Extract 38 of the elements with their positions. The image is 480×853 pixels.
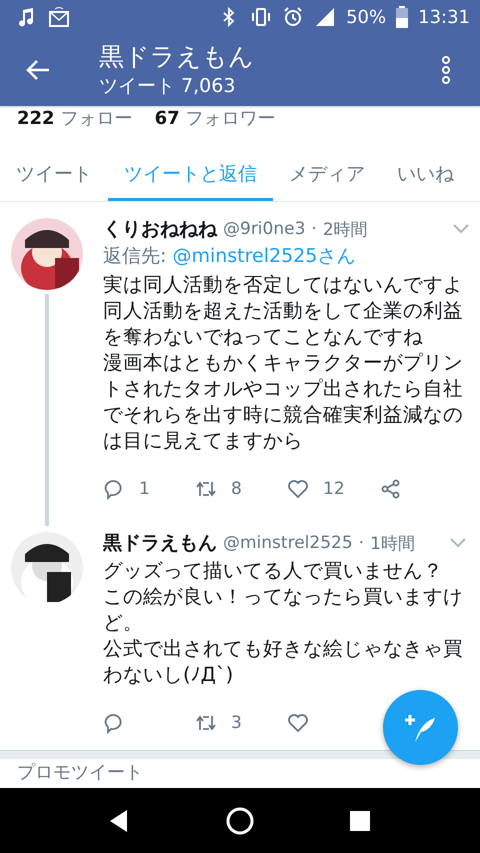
profile-tab[interactable]: いいね (381, 150, 470, 201)
section-heading: プロモツイート (17, 762, 143, 783)
profile-tab[interactable]: メディア (273, 150, 381, 201)
separator-dot: · (358, 533, 364, 553)
retweet-count: 8 (231, 479, 242, 499)
mail-icon (48, 6, 70, 28)
profile-name: 黒ドラえもん (99, 41, 255, 73)
author-name[interactable]: 黒ドラえもん (103, 530, 217, 556)
like-count: 12 (323, 479, 345, 499)
battery-percentage: 50% (346, 6, 386, 28)
vibrate-icon (250, 6, 272, 28)
compose-button[interactable] (383, 690, 458, 765)
tweet-time: 2時間 (322, 218, 368, 240)
battery-icon (396, 6, 408, 28)
reply-link[interactable]: @minstrel2525さん (172, 245, 356, 267)
author-handle: @minstrel2525 (223, 533, 353, 553)
tweet-text: グッズって描いてる人で買いません？ この絵が良い！ってなったら買いますけ ど。 公式で出されても好きな絵じゃなきゃ買 わないし(ﾉД`) (103, 558, 464, 688)
follow-stat[interactable]: 222 フォロー (17, 108, 133, 130)
separator-dot: · (311, 219, 317, 239)
tweet-count: ツイート 7,063 (99, 74, 236, 99)
profile-tab[interactable]: ツイート (0, 150, 108, 201)
retweet-count: 3 (231, 713, 242, 733)
heart-icon[interactable] (287, 478, 309, 500)
author-handle: @9ri0ne3 (223, 219, 306, 239)
heart-icon[interactable] (287, 712, 309, 734)
reply-count: 1 (139, 479, 150, 499)
tweet-text: 実は同人活動を否定してはないんですよ 同人活動を超えた活動をして企業の利益 を奪わないでねってことなんですね 漫画本はともかくキャラクターがプリン トされたタオルやコップ出されたら自社 でそれらを出す時に競合確実利益減なの は目に見えてますから (103, 272, 464, 454)
more-options-icon[interactable] (442, 56, 450, 84)
share-icon[interactable] (379, 478, 401, 500)
clock: 13:31 (418, 6, 470, 28)
home-icon[interactable] (225, 806, 255, 836)
follow-stat[interactable]: 67 フォロワー (154, 108, 276, 130)
profile-tab[interactable]: ツイートと返信 (108, 150, 273, 201)
author-name[interactable]: くりおねねね (103, 216, 217, 242)
alarm-icon (282, 6, 304, 28)
tweet-time: 1時間 (370, 532, 415, 554)
reply-context: 返信先: @minstrel2525さん (103, 244, 356, 269)
signal-icon (314, 6, 336, 28)
